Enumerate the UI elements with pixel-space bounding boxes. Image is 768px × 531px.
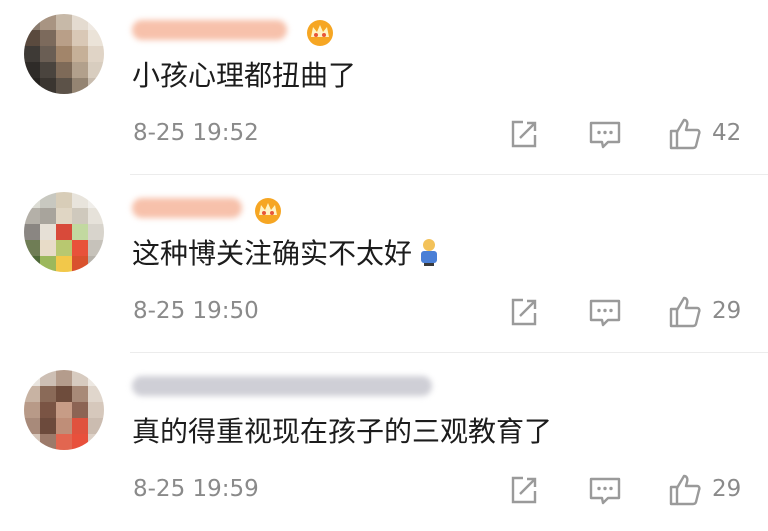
username-blurred[interactable] bbox=[132, 368, 432, 406]
thumbs-up-icon[interactable] bbox=[667, 116, 703, 152]
divider bbox=[130, 352, 768, 353]
crown-badge-icon bbox=[307, 20, 333, 46]
comment-icon[interactable] bbox=[587, 294, 623, 330]
share-icon[interactable] bbox=[506, 116, 542, 152]
thumbs-up-icon[interactable] bbox=[667, 294, 703, 330]
comment-icon[interactable] bbox=[587, 116, 623, 152]
like-count: 29 bbox=[712, 298, 742, 324]
username-blurred[interactable] bbox=[132, 190, 322, 228]
avatar[interactable] bbox=[24, 14, 104, 94]
comment-text: 小孩心理都扭曲了 bbox=[132, 59, 357, 92]
comment-text: 这种博关注确实不太好 bbox=[132, 236, 442, 272]
comment-icon[interactable] bbox=[587, 472, 623, 508]
comment-text: 真的得重视现在孩子的三观教育了 bbox=[132, 415, 553, 448]
avatar[interactable] bbox=[24, 370, 104, 450]
share-icon[interactable] bbox=[506, 294, 542, 330]
share-icon[interactable] bbox=[506, 472, 542, 508]
like-count: 42 bbox=[712, 120, 742, 146]
crown-badge-icon bbox=[255, 198, 281, 224]
comment-item: 真的得重视现在孩子的三观教育了 8-25 19:59 29 bbox=[0, 356, 768, 531]
avatar[interactable] bbox=[24, 192, 104, 272]
like-count: 29 bbox=[712, 476, 742, 502]
username-blurred[interactable] bbox=[132, 12, 333, 50]
facepalm-emoji-icon bbox=[421, 239, 438, 266]
comment-item: 这种博关注确实不太好 8-25 19:50 29 bbox=[0, 178, 768, 353]
divider bbox=[130, 174, 768, 175]
comment-item: 小孩心理都扭曲了 8-25 19:52 42 bbox=[0, 0, 768, 175]
thumbs-up-icon[interactable] bbox=[667, 472, 703, 508]
